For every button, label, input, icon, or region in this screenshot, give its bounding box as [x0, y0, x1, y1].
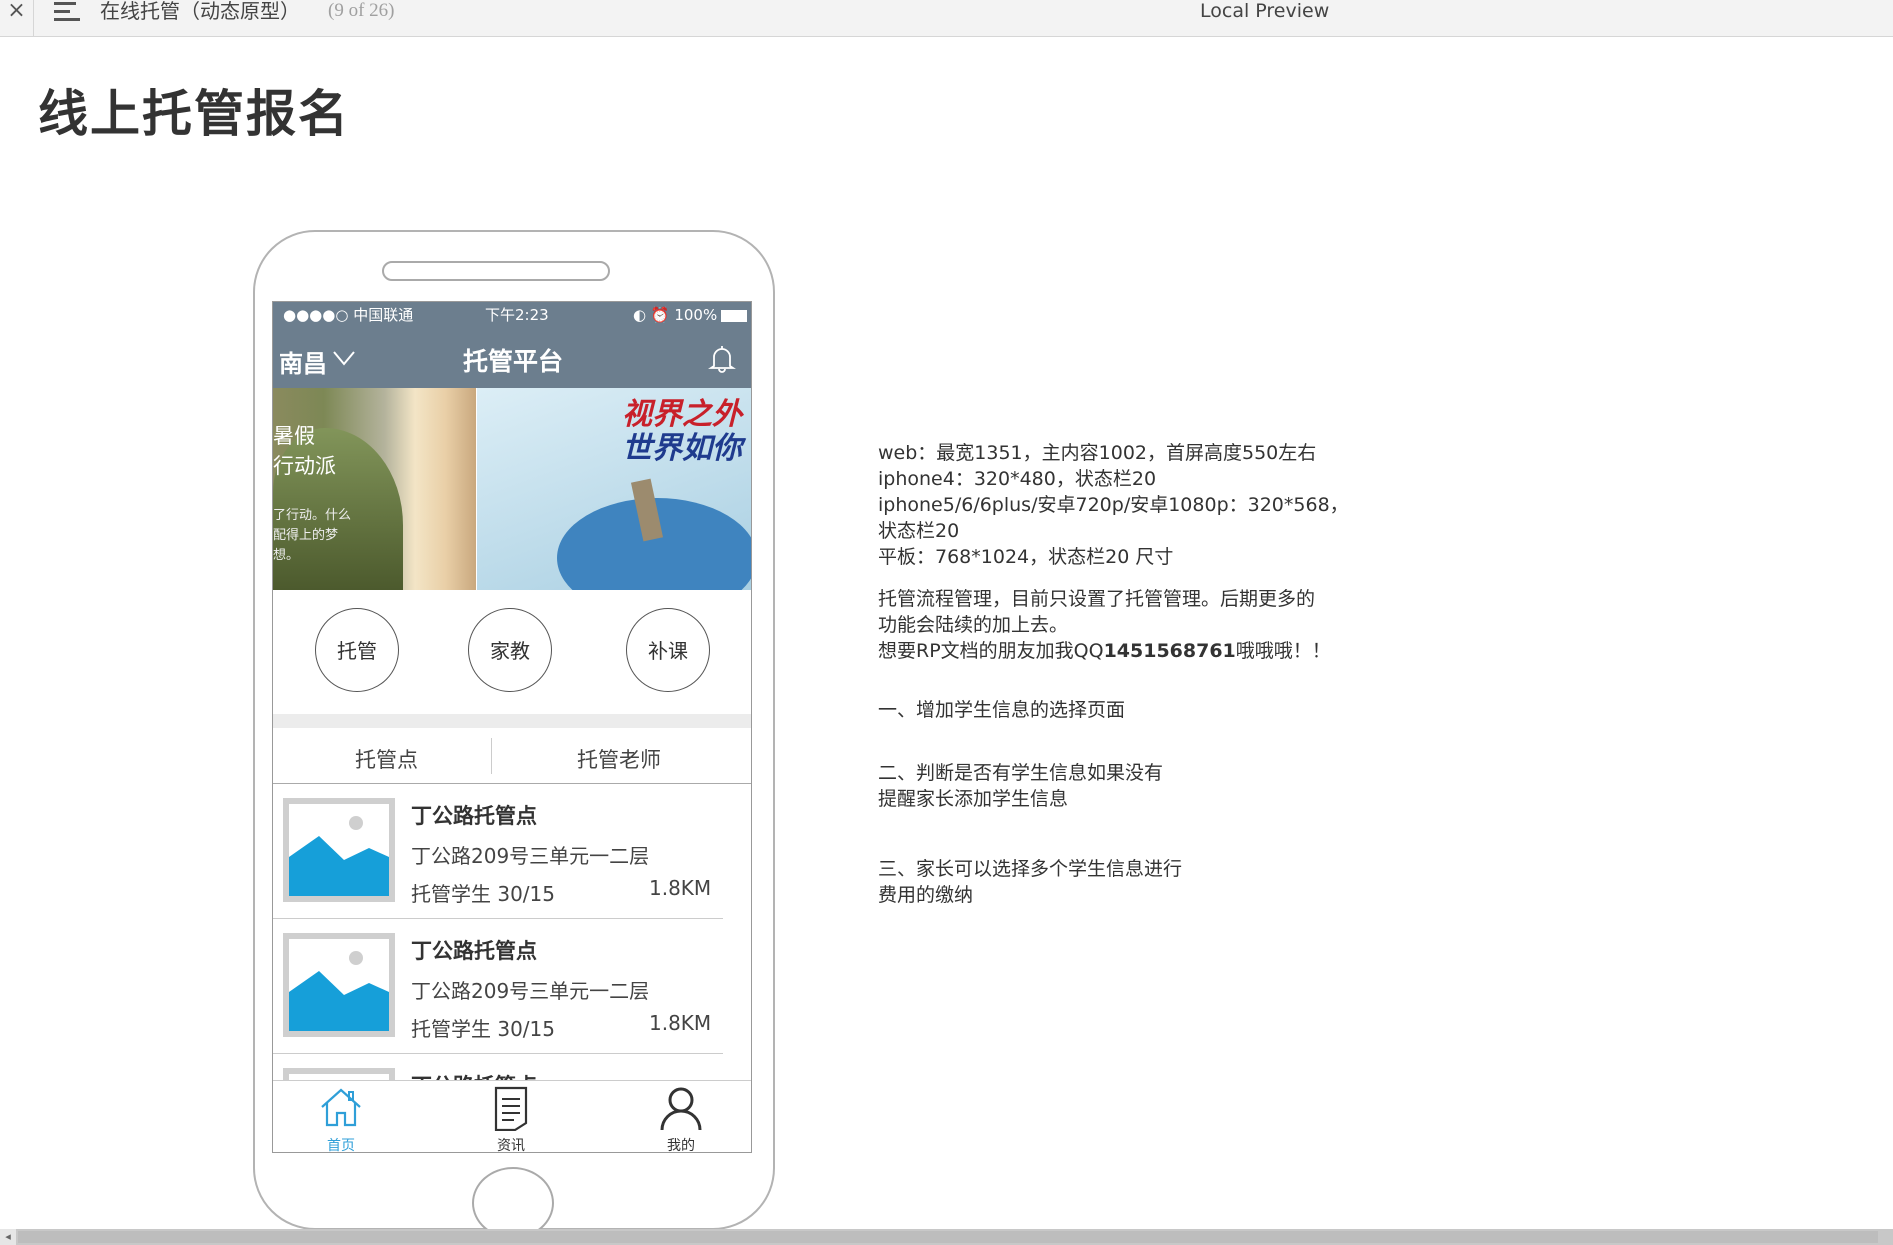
horizontal-scrollbar[interactable]: ◂ [0, 1229, 1893, 1245]
list-item[interactable]: 丁公路托管点 丁公路209号三单元一二层 托管学生 30/15 1.8KM [273, 784, 723, 919]
banner-text-1: 暑假 [273, 424, 315, 448]
item-distance: 1.8KM [649, 876, 712, 900]
note-line: iphone5/6/6plus/安卓720p/安卓1080p：320*568， [878, 494, 1349, 516]
item-name: 丁公路托管点 [411, 939, 537, 963]
note-line: iphone4：320*480，状态栏20 [878, 468, 1157, 490]
nav-title: 托管平台 [463, 347, 564, 376]
tab-tuoguan-teacher[interactable]: 托管老师 [577, 744, 661, 774]
banner-carousel[interactable]: 暑假 行动派 了行动。什么配得上的梦想。 视界之外 世界如你 [273, 388, 751, 590]
status-bar: ●●●●○ 中国联通 下午2:23 ◐ ⏰ 100% [273, 302, 751, 328]
shortcut-tuoguan[interactable]: 托管 [315, 608, 399, 692]
tab-news[interactable]: 资讯 [481, 1085, 541, 1153]
user-icon [660, 1087, 702, 1131]
chevron-down-icon[interactable] [333, 346, 355, 368]
scrollbar-thumb[interactable] [18, 1231, 1878, 1243]
item-students: 托管学生 30/15 [411, 1017, 555, 1041]
note-line: 状态栏20 [878, 520, 960, 542]
note-step-3: 三、家长可以选择多个学生信息进行 费用的缴纳 [878, 856, 1182, 908]
tab-mine-label: 我的 [667, 1138, 695, 1153]
item-name: 丁公路托管点 [411, 804, 537, 828]
note-step-2: 二、判断是否有学生信息如果没有 提醒家长添加学生信息 [878, 760, 1163, 812]
shortcut-buke[interactable]: 补课 [626, 608, 710, 692]
page-indicator: (9 of 26) [328, 0, 395, 21]
banner-summer-image: 暑假 行动派 了行动。什么配得上的梦想。 [273, 388, 476, 590]
note-step-1: 一、增加学生信息的选择页面 [878, 697, 1125, 723]
service-shortcuts: 托管 家教 补课 [273, 590, 751, 714]
banner-slogan: 视界之外 世界如你 [622, 398, 742, 466]
tab-divider [491, 738, 492, 774]
close-icon[interactable]: × [0, 0, 34, 36]
note-line: 费用的缴纳 [878, 884, 974, 906]
tab-news-label: 资讯 [497, 1138, 525, 1153]
tab-home[interactable]: 首页 [311, 1085, 371, 1153]
note-line: 三、家长可以选择多个学生信息进行 [878, 858, 1183, 880]
tab-home-label: 首页 [327, 1138, 355, 1153]
item-students: 托管学生 30/15 [411, 882, 555, 906]
home-icon [321, 1088, 361, 1127]
image-placeholder-icon [283, 1068, 395, 1080]
note-line: 二、判断是否有学生信息如果没有 [878, 762, 1164, 784]
top-toolbar: × 在线托管（动态原型） (9 of 26) Local Preview [0, 0, 1893, 37]
image-placeholder-icon [283, 798, 395, 902]
page-title: 线上托管报名 [38, 85, 350, 143]
shortcut-jiajiao[interactable]: 家教 [468, 608, 552, 692]
qq-number: 1451568761 [1103, 640, 1236, 662]
preview-label: Local Preview [1200, 0, 1330, 22]
bottom-tab-bar: 首页 资讯 我的 [273, 1080, 751, 1153]
banner-text-small: 了行动。什么配得上的梦想。 [273, 508, 352, 563]
item-address: 丁公路209号三单元一二层 [411, 844, 650, 868]
note-line: 托管流程管理，目前只设置了托管管理。后期更多的 [878, 588, 1316, 610]
notes-specs: web：最宽1351，主内容1002，首屏高度550左右 iphone4：320… [878, 440, 1349, 570]
note-line: web：最宽1351，主内容1002，首屏高度550左右 [878, 442, 1317, 464]
city-selector[interactable]: 南昌 [279, 344, 327, 379]
phone-speaker [382, 261, 610, 281]
tab-mine[interactable]: 我的 [651, 1085, 711, 1153]
document-title: 在线托管（动态原型） [100, 0, 300, 23]
item-name: 丁公路托管点 [411, 1070, 537, 1080]
note-line: 想要RP文档的朋友加我QQ1451568761哦哦哦！！ [878, 638, 1331, 664]
note-text: 想要RP文档的朋友加我QQ [878, 640, 1104, 662]
scroll-left-icon[interactable]: ◂ [0, 1229, 16, 1245]
note-line: 平板：768*1024，状态栏20 尺寸 [878, 546, 1174, 568]
tuoguan-list[interactable]: 丁公路托管点 丁公路209号三单元一二层 托管学生 30/15 1.8KM 丁公… [273, 784, 751, 1080]
note-line: 一、增加学生信息的选择页面 [878, 699, 1126, 721]
battery-icon [721, 309, 748, 322]
carrier-label: ●●●●○ 中国联通 [283, 306, 414, 324]
banner-text-2: 行动派 [273, 454, 336, 478]
list-tabs: 托管点 托管老师 [273, 728, 751, 784]
banner-slogan-a: 视界之外 [622, 397, 742, 432]
section-divider [273, 714, 751, 728]
image-placeholder-icon [283, 933, 395, 1037]
document-icon [494, 1086, 528, 1132]
battery-label: 100% [674, 306, 718, 324]
list-item[interactable]: 丁公路托管点 [273, 1054, 723, 1080]
status-time: 下午2:23 [485, 306, 549, 324]
list-item[interactable]: 丁公路托管点 丁公路209号三单元一二层 托管学生 30/15 1.8KM [273, 919, 723, 1054]
note-line: 提醒家长添加学生信息 [878, 788, 1069, 810]
menu-icon[interactable] [54, 2, 80, 26]
notes-description: 托管流程管理，目前只设置了托管管理。后期更多的 功能会陆续的加上去。 想要RP文… [878, 586, 1331, 664]
note-line: 功能会陆续的加上去。 [878, 614, 1069, 636]
nav-bar: 南昌 托管平台 [273, 328, 751, 388]
tab-tuoguan-point[interactable]: 托管点 [355, 744, 418, 774]
battery-indicator: ◐ ⏰ 100% [633, 302, 748, 328]
bell-icon[interactable] [707, 344, 737, 374]
banner-slogan-b: 世界如你 [622, 431, 742, 466]
phone-screen: ●●●●○ 中国联通 下午2:23 ◐ ⏰ 100% 南昌 托管平台 暑假 行动… [272, 301, 752, 1153]
note-text: 哦哦哦！！ [1235, 640, 1331, 662]
item-distance: 1.8KM [649, 1011, 712, 1035]
banner-travel-image: 视界之外 世界如你 [477, 388, 751, 590]
item-address: 丁公路209号三单元一二层 [411, 979, 650, 1003]
